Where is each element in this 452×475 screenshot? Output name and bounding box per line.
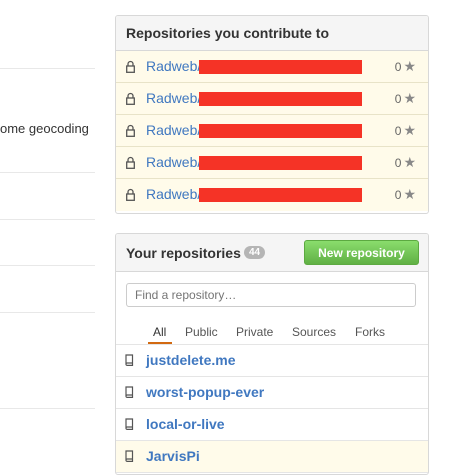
lock-icon	[126, 188, 135, 201]
tab-forks[interactable]: Forks	[355, 325, 385, 339]
repo-filter-tabs: All Public Private Sources Forks	[116, 322, 428, 344]
your-repos-box: Your repositories 44 New repository All …	[115, 233, 429, 475]
repo-link[interactable]: JarvisPi	[146, 448, 200, 464]
redacted-repo-name	[199, 60, 362, 74]
feed-item-text: ome geocoding	[0, 121, 89, 136]
repo-link[interactable]: justdelete.me	[146, 352, 235, 368]
lock-icon	[126, 92, 135, 105]
star-icon: ★	[403, 122, 416, 138]
contrib-repo-row[interactable]: Radweb/ 0 ★	[116, 179, 428, 211]
star-count: 0 ★	[394, 154, 416, 170]
feed-divider	[0, 68, 95, 69]
contribute-title: Repositories you contribute to	[116, 16, 428, 51]
star-icon: ★	[403, 90, 416, 106]
repo-link[interactable]: local-or-live	[146, 416, 225, 432]
star-count: 0 ★	[394, 122, 416, 138]
contrib-repo-row[interactable]: Radweb/ 0 ★	[116, 115, 428, 147]
your-repos-header: Your repositories 44 New repository	[116, 234, 428, 272]
tab-sources[interactable]: Sources	[292, 325, 336, 339]
contrib-repo-link[interactable]: Radweb/	[146, 122, 201, 138]
selected-tab-indicator	[148, 342, 172, 344]
feed-divider	[0, 408, 95, 409]
lock-icon	[126, 60, 135, 73]
repo-filter: All Public Private Sources Forks	[116, 272, 428, 345]
contrib-repo-row[interactable]: Radweb/ 0 ★	[116, 147, 428, 179]
redacted-repo-name	[199, 156, 362, 170]
star-icon: ★	[403, 58, 416, 74]
redacted-repo-name	[199, 124, 362, 138]
find-repository-input[interactable]	[126, 283, 416, 307]
feed-divider	[0, 172, 95, 173]
redacted-repo-name	[199, 92, 362, 106]
feed-divider	[0, 312, 95, 313]
contrib-repo-link[interactable]: Radweb/	[146, 154, 201, 170]
repo-count-badge: 44	[244, 246, 266, 259]
repo-book-icon	[125, 386, 134, 398]
star-count: 0 ★	[394, 186, 416, 202]
contrib-repo-link[interactable]: Radweb/	[146, 186, 201, 202]
contrib-repo-link[interactable]: Radweb/	[146, 58, 201, 74]
your-repos-title: Your repositories	[126, 245, 241, 261]
lock-icon	[126, 124, 135, 137]
repo-book-icon	[125, 354, 134, 366]
star-count: 0 ★	[394, 90, 416, 106]
new-repository-button[interactable]: New repository	[304, 240, 419, 265]
contrib-repo-row[interactable]: Radweb/ 0 ★	[116, 83, 428, 115]
redacted-repo-name	[199, 188, 362, 202]
star-icon: ★	[403, 154, 416, 170]
repo-list-item[interactable]: local-or-live	[116, 409, 428, 441]
contrib-repo-link[interactable]: Radweb/	[146, 90, 201, 106]
repo-list-item[interactable]: justdelete.me	[116, 345, 428, 377]
tab-public[interactable]: Public	[185, 325, 218, 339]
tab-private[interactable]: Private	[236, 325, 273, 339]
repo-list-item[interactable]: JarvisPi	[116, 441, 428, 473]
repo-book-icon	[125, 450, 134, 462]
feed-divider	[0, 265, 95, 266]
tab-all[interactable]: All	[153, 325, 166, 339]
star-count: 0 ★	[394, 58, 416, 74]
feed-divider	[0, 219, 95, 220]
star-icon: ★	[403, 186, 416, 202]
repo-book-icon	[125, 418, 134, 430]
contribute-repos-box: Repositories you contribute to Radweb/ 0…	[115, 15, 429, 214]
repo-list-item[interactable]: worst-popup-ever	[116, 377, 428, 409]
lock-icon	[126, 156, 135, 169]
contrib-repo-row[interactable]: Radweb/ 0 ★	[116, 51, 428, 83]
repo-link[interactable]: worst-popup-ever	[146, 384, 264, 400]
